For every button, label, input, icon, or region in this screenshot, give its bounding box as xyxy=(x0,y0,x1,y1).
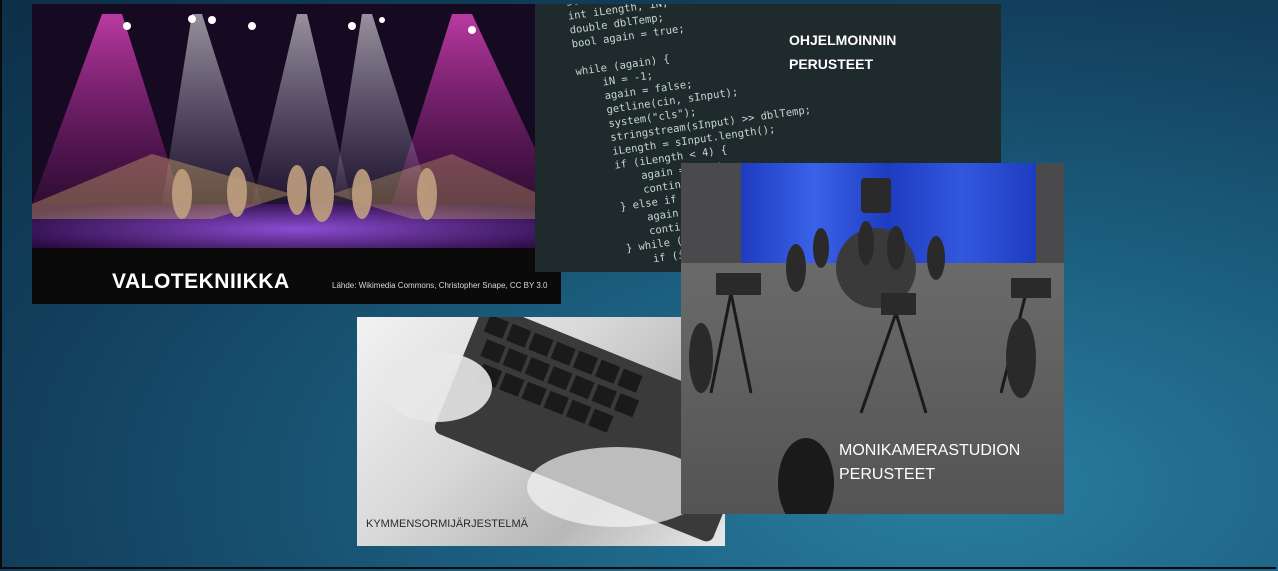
studio-photo-title: MONIKAMERASTUDION PERUSTEET xyxy=(839,442,1021,483)
stage-photo-title: VALOTEKNIIKKA xyxy=(112,270,290,293)
keyboard-illustration xyxy=(382,317,725,542)
stage-lighting-photo: VALOTEKNIIKKA Lähde: Wikimedia Commons, … xyxy=(32,4,561,304)
typing-keyboard-photo: KYMMENSORMIJÄRJESTELMÄ xyxy=(357,317,725,546)
multicamera-studio-photo: MONIKAMERASTUDION PERUSTEET xyxy=(681,163,1064,514)
stage-photo-credit: Lähde: Wikimedia Commons, Christopher Sn… xyxy=(332,281,548,290)
code-photo-title: OHJELMOINNIN PERUSTEET xyxy=(789,32,897,72)
typing-photo-caption: KYMMENSORMIJÄRJESTELMÄ xyxy=(366,518,528,530)
